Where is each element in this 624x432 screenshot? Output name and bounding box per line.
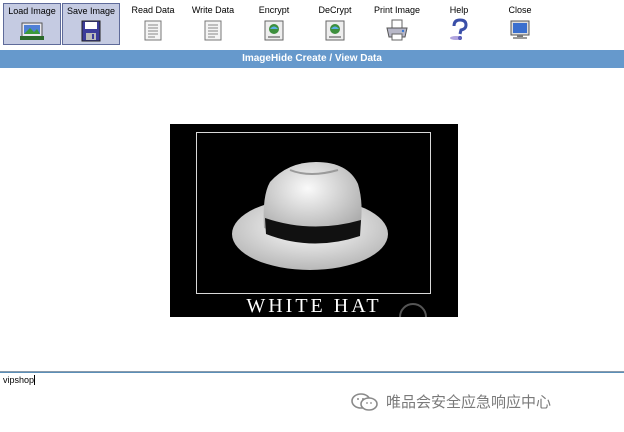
encrypt-icon [264,20,284,41]
stamp-icon [399,303,427,317]
printer-icon [386,19,408,41]
load-image-icon [20,22,44,40]
read-data-label: Read Data [131,5,175,15]
save-image-label: Save Image [66,6,116,16]
encrypt-label: Encrypt [258,5,290,15]
read-data-button[interactable]: Read Data [124,3,182,45]
write-data-button[interactable]: Write Data [184,3,242,45]
image-viewer: WHITE HAT [0,68,624,372]
write-data-label: Write Data [191,5,235,15]
load-image-label: Load Image [8,6,56,16]
print-image-button[interactable]: Print Image [368,3,426,45]
decrypt-label: DeCrypt [318,5,352,15]
wechat-icon [351,393,378,411]
load-image-button[interactable]: Load Image [3,3,61,45]
decrypt-icon [325,20,345,41]
decrypt-button[interactable]: DeCrypt [306,3,364,45]
text-caret [34,375,36,385]
read-data-icon [144,20,162,41]
title-bar: ImageHide Create / View Data [0,50,624,68]
help-button[interactable]: Help [430,3,488,45]
save-image-button[interactable]: Save Image [62,3,120,45]
write-data-icon [204,20,222,41]
data-text-value: vipshop [3,375,36,385]
monitor-icon [510,20,530,39]
close-button[interactable]: Close [491,3,549,45]
print-image-label: Print Image [373,5,421,15]
toolbar: Load Image Save Image Read Data Write Da… [0,0,624,49]
data-text: vipshop [3,375,35,385]
watermark-text: 唯品会安全应急响应中心 [386,393,552,411]
encrypt-button[interactable]: Encrypt [245,3,303,45]
help-icon [450,18,468,40]
white-hat-icon [232,162,388,270]
help-label: Help [449,5,469,15]
save-image-icon [81,20,101,42]
displayed-image: WHITE HAT [170,124,458,317]
close-label: Close [508,5,532,15]
watermark: 唯品会安全应急响应中心 [350,390,610,414]
